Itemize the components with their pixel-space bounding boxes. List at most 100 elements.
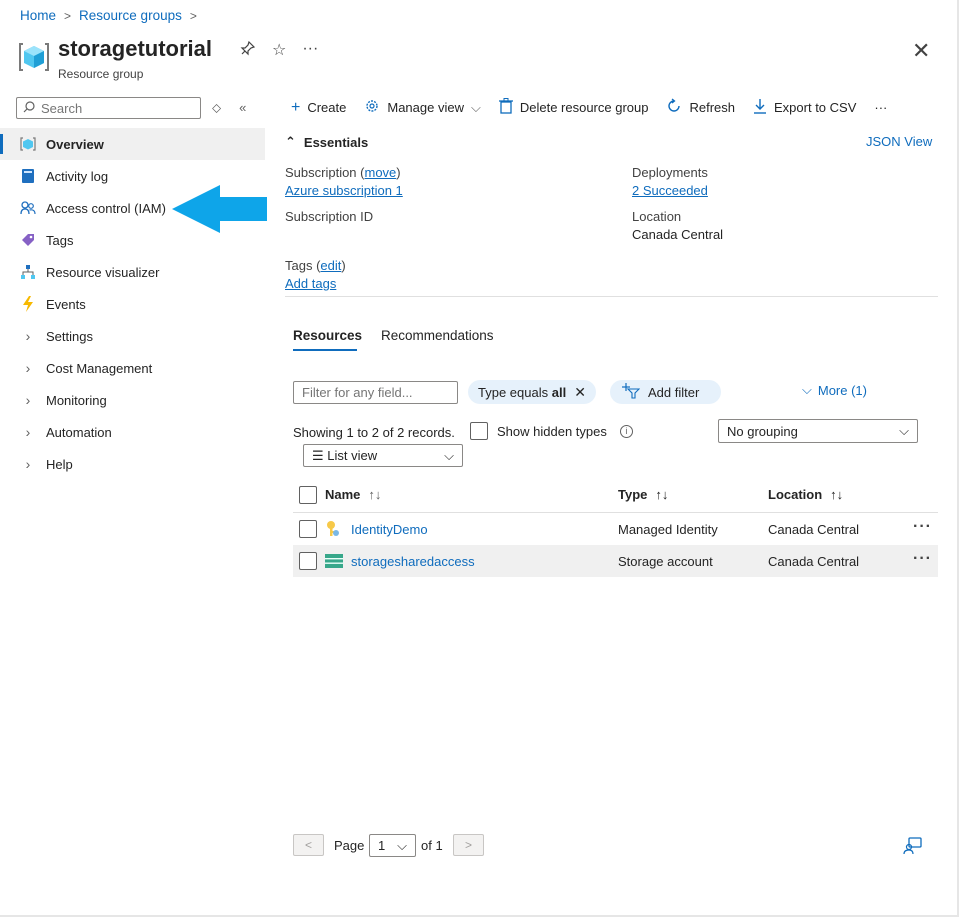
previous-page-button[interactable]: < — [293, 834, 324, 856]
hierarchy-icon — [20, 264, 36, 280]
row-checkbox[interactable] — [299, 552, 317, 570]
sidebar-item-help[interactable]: › Help — [0, 448, 265, 480]
table-row[interactable]: storagesharedaccess Storage account Cana… — [293, 545, 938, 577]
sort-icon: ↑↓ — [655, 487, 669, 502]
add-filter-icon — [622, 382, 641, 402]
type-filter-value: all — [551, 384, 567, 400]
close-icon[interactable]: ✕ — [574, 384, 586, 401]
chevron-up-icon: ⌃ — [285, 134, 296, 149]
select-all-checkbox[interactable] — [299, 486, 317, 504]
plus-icon: + — [291, 98, 301, 116]
show-hidden-types[interactable]: Show hidden types i — [470, 422, 633, 440]
row-more-icon[interactable]: ··· — [913, 518, 932, 536]
sidebar-item-label: Tags — [46, 232, 74, 248]
deployments-label: Deployments — [632, 165, 708, 180]
next-page-button[interactable]: > — [453, 834, 484, 856]
search-input[interactable] — [39, 99, 193, 117]
sidebar-item-automation[interactable]: › Automation — [0, 416, 265, 448]
close-icon[interactable]: ✕ — [912, 38, 930, 64]
add-tags-link[interactable]: Add tags — [285, 276, 336, 291]
sidebar-item-settings[interactable]: › Settings — [0, 320, 265, 352]
resource-group-icon — [20, 136, 36, 152]
essentials-toggle[interactable]: ⌃ Essentials — [285, 134, 368, 150]
export-csv-button[interactable]: Export to CSV — [753, 98, 856, 117]
subscription-link[interactable]: Azure subscription 1 — [285, 183, 403, 198]
move-link[interactable]: move — [365, 165, 397, 180]
sort-icon: ↑↓ — [368, 487, 382, 502]
manage-view-label: Manage view — [387, 100, 464, 115]
json-view-link[interactable]: JSON View — [866, 134, 932, 149]
chevron-down-icon: ⌵ — [444, 447, 454, 463]
sort-icon[interactable]: ⬦ — [212, 100, 221, 116]
refresh-button[interactable]: Refresh — [666, 98, 735, 117]
refresh-label: Refresh — [689, 100, 736, 115]
row-checkbox[interactable] — [299, 520, 317, 538]
manage-view-button[interactable]: Manage view ⌵ — [364, 98, 481, 117]
grouping-dropdown[interactable]: No grouping ⌵ — [718, 419, 918, 443]
sidebar-item-events[interactable]: Events — [0, 288, 265, 320]
sidebar-item-label: Overview — [46, 136, 104, 152]
view-value: ☰ List view — [312, 448, 377, 464]
row-more-icon[interactable]: ··· — [913, 550, 932, 568]
page-dropdown[interactable]: 1 ⌵ — [369, 834, 416, 857]
tag-icon — [20, 232, 36, 248]
feedback-icon[interactable] — [903, 837, 923, 855]
column-header-label: Location — [768, 487, 823, 502]
pin-icon[interactable] — [240, 40, 256, 61]
sidebar-item-overview[interactable]: Overview — [0, 128, 265, 160]
resource-name-link[interactable]: IdentityDemo — [351, 522, 428, 537]
lightning-icon — [20, 296, 36, 312]
tab-resources[interactable]: Resources — [293, 328, 362, 343]
chevron-right-icon: › — [25, 328, 31, 344]
sidebar-nav: Overview Activity log Access control (IA… — [0, 128, 265, 480]
sidebar-item-label: Help — [46, 456, 73, 472]
subscription-label: Subscription — [285, 165, 357, 180]
subscription-label-row: Subscription (move) — [285, 165, 401, 180]
column-header-name[interactable]: Name ↑↓ — [325, 487, 381, 502]
people-icon — [20, 200, 36, 216]
column-header-location[interactable]: Location ↑↓ — [768, 487, 843, 502]
breadcrumb-separator: > — [64, 8, 72, 23]
create-button[interactable]: + Create — [291, 99, 346, 117]
collapse-icon[interactable]: « — [239, 100, 246, 116]
records-count: Showing 1 to 2 of 2 records. — [293, 425, 455, 440]
sidebar-item-label: Settings — [46, 328, 93, 344]
sidebar-item-cost-management[interactable]: › Cost Management — [0, 352, 265, 384]
more-filters-label: More (1) — [817, 382, 867, 398]
edit-tags-link[interactable]: edit — [320, 258, 341, 273]
table-row[interactable]: IdentityDemo Managed Identity Canada Cen… — [293, 513, 938, 545]
breadcrumb-resource-groups[interactable]: Resource groups — [79, 8, 182, 23]
create-label: Create — [307, 100, 347, 115]
type-filter-pill[interactable]: Type equals all ✕ — [468, 380, 596, 404]
deployments-link[interactable]: 2 Succeeded — [632, 183, 708, 198]
sidebar-item-monitoring[interactable]: › Monitoring — [0, 384, 265, 416]
tags-label: Tags — [285, 258, 313, 273]
breadcrumb-home[interactable]: Home — [20, 8, 56, 23]
more-icon[interactable]: ··· — [302, 40, 318, 61]
show-hidden-checkbox[interactable] — [470, 422, 488, 440]
grouping-value: No grouping — [727, 423, 798, 439]
view-dropdown[interactable]: ☰ List view ⌵ — [303, 444, 463, 467]
column-header-label: Type — [618, 487, 648, 502]
resource-location: Canada Central — [768, 522, 860, 537]
storage-account-icon — [325, 554, 343, 568]
list-icon: ☰ — [312, 447, 324, 463]
page-count: of 1 — [421, 838, 443, 853]
breadcrumb-separator: > — [189, 8, 197, 23]
sidebar-item-label: Activity log — [46, 168, 109, 184]
chevron-right-icon: › — [25, 424, 31, 440]
resource-name-link[interactable]: storagesharedaccess — [351, 554, 475, 569]
tab-recommendations[interactable]: Recommendations — [381, 328, 494, 343]
chevron-right-icon: › — [25, 360, 31, 376]
more-filters-button[interactable]: ⌵ More (1) — [802, 382, 867, 398]
filter-input[interactable] — [293, 381, 458, 404]
page-value: 1 — [378, 838, 386, 853]
star-icon[interactable]: ☆ — [272, 40, 286, 61]
location-value: Canada Central — [632, 227, 724, 242]
add-filter-button[interactable]: Add filter — [610, 380, 722, 404]
sidebar-item-resource-visualizer[interactable]: Resource visualizer — [0, 256, 265, 288]
column-header-type[interactable]: Type ↑↓ — [618, 487, 668, 502]
toolbar-more-button[interactable]: ··· — [874, 100, 887, 115]
delete-resource-group-button[interactable]: Delete resource group — [498, 98, 648, 117]
sidebar-search[interactable] — [16, 97, 201, 119]
